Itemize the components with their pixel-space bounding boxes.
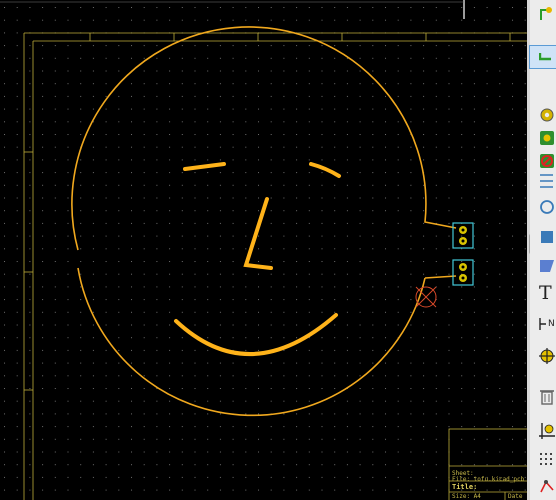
select-net-icon: [540, 7, 552, 20]
title-label: Title:: [452, 483, 478, 491]
title-block: Sheet: File: tofu.kicad_pcb Title: Size:…: [448, 428, 527, 500]
measure-icon: [540, 453, 552, 465]
no-connect-icon: [540, 154, 554, 168]
add-line-icon: [540, 174, 553, 188]
add-arc-icon: [540, 200, 554, 214]
add-via-tool[interactable]: [530, 104, 556, 126]
add-zone-tool[interactable]: [530, 226, 556, 248]
local-ratsnest-tool[interactable]: [530, 475, 556, 497]
add-dimension-icon: [539, 318, 546, 330]
add-dimension-label: N: [548, 319, 555, 329]
set-origin-icon: [539, 348, 555, 364]
delete-tool[interactable]: [530, 385, 556, 407]
no-connect-tool[interactable]: [530, 150, 556, 172]
select-net-tool[interactable]: [530, 2, 556, 24]
board-drawing: [0, 0, 527, 500]
grid-origin-tool[interactable]: [530, 420, 556, 442]
ratsnest-icon: [540, 480, 554, 493]
add-footprint-tool[interactable]: [530, 127, 556, 149]
grid-dots: [0, 0, 527, 500]
grid-origin-icon: [539, 423, 555, 439]
add-footprint-icon: [540, 131, 554, 145]
add-line-tool[interactable]: [530, 170, 556, 192]
date-label: Date: [508, 493, 523, 500]
right-toolbar: T N: [529, 0, 556, 500]
add-dimension-tool[interactable]: N: [530, 313, 556, 335]
file-label: File: tofu.kicad_pcb: [452, 476, 525, 483]
add-zone-outline-tool[interactable]: [530, 255, 556, 277]
route-track-icon: [539, 53, 551, 61]
size-label: Size: A4: [452, 493, 481, 500]
add-via-icon: [540, 108, 554, 122]
add-arc-tool[interactable]: [530, 196, 556, 218]
set-origin-tool[interactable]: [530, 345, 556, 367]
add-zone-icon: [541, 231, 553, 243]
add-zone-outline-icon: [540, 260, 554, 272]
route-track-tool[interactable]: [529, 45, 556, 69]
pcb-canvas[interactable]: Sheet: File: tofu.kicad_pcb Title: Size:…: [0, 0, 527, 500]
add-text-tool[interactable]: T: [530, 282, 556, 304]
add-text-icon: T: [539, 282, 552, 304]
measure-tool[interactable]: [530, 450, 556, 472]
trash-icon: [540, 390, 554, 405]
